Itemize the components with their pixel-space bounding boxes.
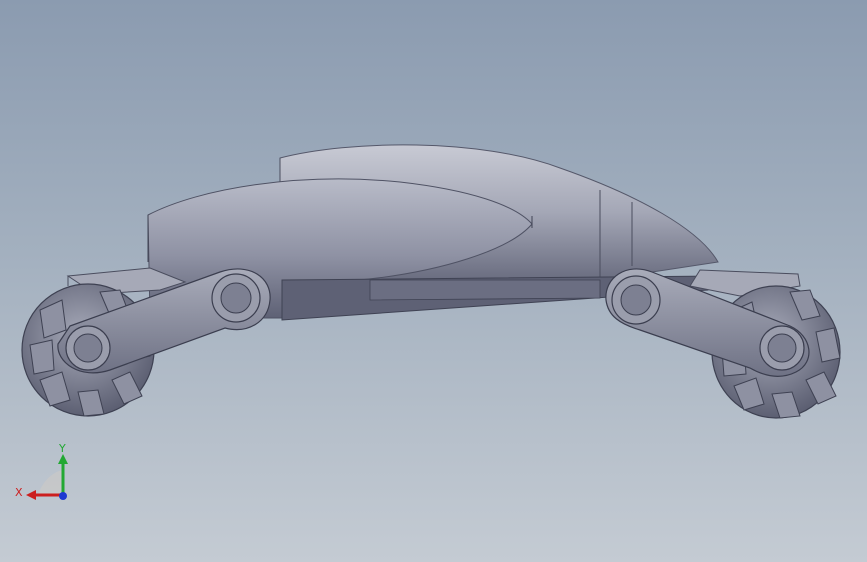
triad-plane-icon xyxy=(38,470,63,495)
y-axis-label: Y xyxy=(59,442,66,455)
graphics-viewport[interactable]: Y X xyxy=(0,0,867,562)
vehicle-model[interactable] xyxy=(0,0,867,562)
z-axis-icon xyxy=(59,492,67,500)
x-axis-label: X xyxy=(15,486,23,499)
reference-triad: Y X xyxy=(14,440,84,510)
